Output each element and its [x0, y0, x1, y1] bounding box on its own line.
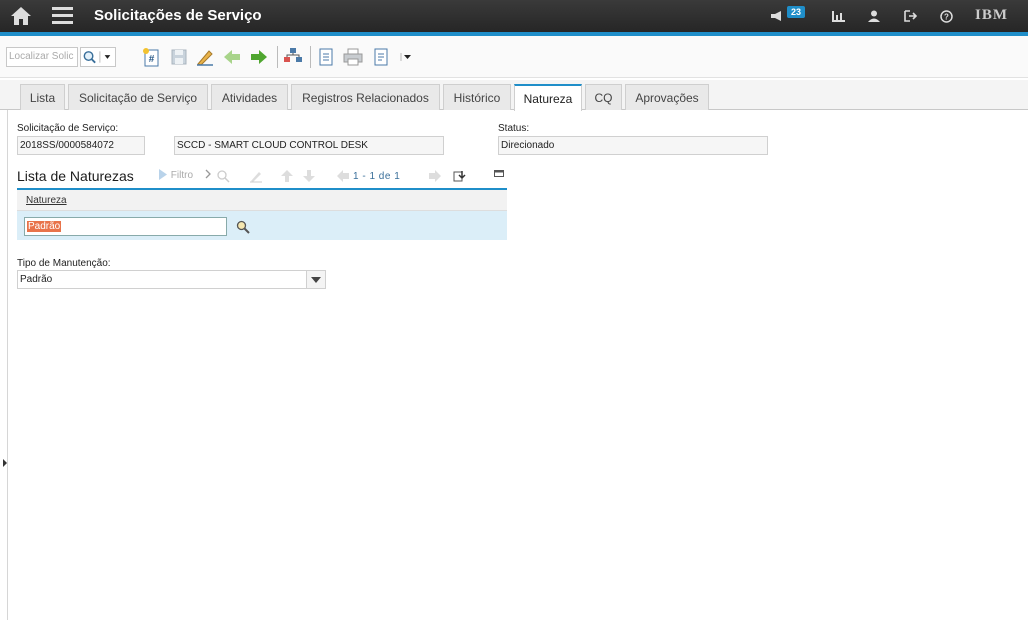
user-icon[interactable]	[865, 7, 883, 25]
clear-filter-icon[interactable]	[249, 169, 263, 186]
print-icon[interactable]	[343, 46, 363, 68]
top-bar: Solicitações de Serviço 23 ? IBM	[0, 0, 1028, 36]
expand-arrow-icon[interactable]	[3, 459, 7, 467]
next-page-icon[interactable]	[428, 169, 442, 186]
natures-section-title: Lista de Naturezas	[17, 168, 134, 184]
request-label: Solicitação de Serviço:	[17, 123, 119, 134]
tab-natureza[interactable]: Natureza	[514, 84, 582, 111]
table-row[interactable]: Padrão	[17, 211, 507, 240]
tab-atividades[interactable]: Atividades	[211, 84, 288, 110]
view-log-icon[interactable]	[316, 46, 336, 68]
natureza-value: Padrão	[27, 221, 62, 232]
request-id-field[interactable]: 2018SS/0000584072	[17, 136, 145, 155]
natureza-input[interactable]: Padrão	[24, 217, 227, 236]
save-icon[interactable]	[169, 46, 189, 68]
logout-icon[interactable]	[901, 7, 919, 25]
status-field[interactable]: Direcionado	[498, 136, 768, 155]
home-icon[interactable]	[10, 6, 32, 26]
column-header-natureza[interactable]: Natureza	[26, 195, 67, 206]
notification-badge[interactable]: 23	[787, 6, 806, 18]
status-label: Status:	[498, 123, 530, 134]
toolbar: Localizar Solic #	[0, 36, 1028, 78]
filter-toggle[interactable]: Filtro	[158, 169, 193, 181]
app-title: Solicitações de Serviço	[94, 7, 262, 24]
side-panel-toggle[interactable]	[0, 110, 8, 620]
next-record-icon[interactable]	[249, 46, 269, 68]
maintenance-type-dropdown-button[interactable]	[306, 270, 326, 289]
table-header: Natureza	[17, 190, 507, 211]
filter-expand-icon[interactable]	[204, 169, 212, 182]
search-dropdown[interactable]	[80, 47, 116, 67]
tab-aprovacoes[interactable]: Aprovações	[625, 84, 709, 110]
tab-solicitacao-de-servico[interactable]: Solicitação de Serviço	[68, 84, 208, 110]
quick-search-input[interactable]: Localizar Solic	[6, 47, 78, 67]
tab-bar: Lista Solicitação de Serviço Atividades …	[0, 80, 1028, 111]
tab-lista[interactable]: Lista	[20, 84, 65, 110]
previous-page-icon[interactable]	[336, 169, 350, 186]
help-icon[interactable]: ?	[937, 7, 955, 25]
filter-arrow-icon	[159, 169, 167, 180]
svg-text:?: ?	[944, 12, 949, 21]
chart-icon[interactable]	[829, 7, 847, 25]
svg-text:#: #	[149, 54, 155, 65]
sort-down-icon[interactable]	[302, 169, 316, 186]
maintenance-type-label: Tipo de Manutenção:	[17, 258, 111, 269]
report-icon[interactable]	[371, 46, 391, 68]
filter-label: Filtro	[170, 170, 194, 181]
tab-registros-relacionados[interactable]: Registros Relacionados	[291, 84, 440, 110]
toolbar-divider	[277, 46, 278, 68]
lookup-icon[interactable]	[236, 220, 250, 237]
maintenance-type-select[interactable]: Padrão	[17, 270, 326, 289]
ibm-logo: IBM	[975, 7, 1008, 23]
find-icon[interactable]	[216, 169, 230, 186]
request-description-field[interactable]: SCCD - SMART CLOUD CONTROL DESK	[174, 136, 444, 155]
tab-cq[interactable]: CQ	[585, 84, 622, 110]
search-icon	[83, 51, 111, 64]
new-record-icon[interactable]: #	[141, 46, 161, 68]
previous-record-icon[interactable]	[222, 46, 242, 68]
menu-icon[interactable]	[52, 7, 73, 25]
workflow-icon[interactable]	[283, 46, 303, 68]
more-actions-dropdown-icon[interactable]	[397, 46, 417, 68]
collapse-section-icon[interactable]	[494, 170, 504, 181]
download-icon[interactable]	[453, 169, 467, 186]
clear-changes-icon[interactable]	[195, 46, 215, 68]
sort-up-icon[interactable]	[280, 169, 294, 186]
tab-historico[interactable]: Histórico	[443, 84, 511, 110]
chevron-down-icon	[311, 276, 321, 283]
toolbar-divider	[310, 46, 311, 68]
pager-text: 1 - 1 de 1	[353, 171, 401, 182]
megaphone-icon[interactable]	[768, 7, 786, 25]
